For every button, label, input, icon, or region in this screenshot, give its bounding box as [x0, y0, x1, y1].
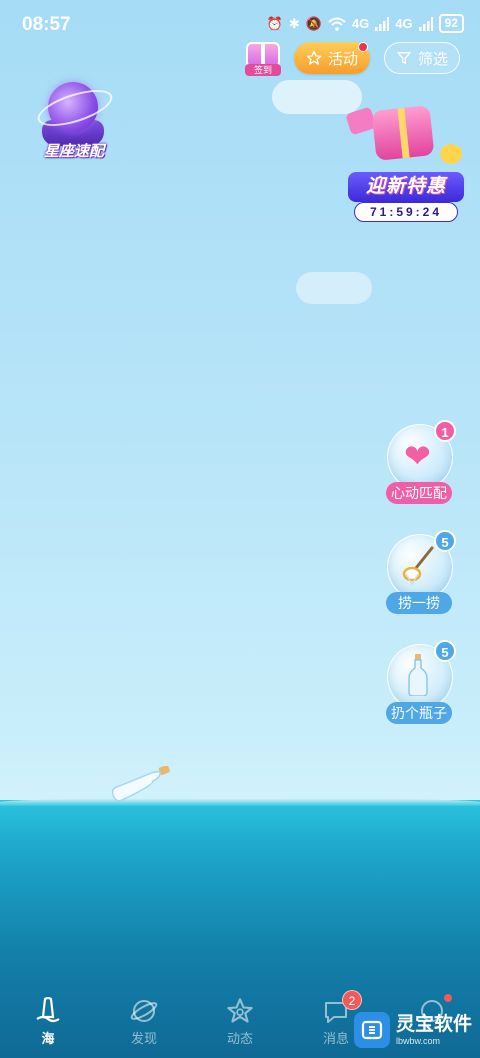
- notification-dot: [358, 42, 368, 52]
- zodiac-match-button[interactable]: 星座速配: [33, 78, 117, 166]
- notification-dot: [444, 994, 452, 1002]
- signal-icon-2: [418, 16, 433, 31]
- count-badge: 1: [434, 420, 456, 442]
- checkin-label: 签到: [245, 64, 281, 76]
- feature-label: 心动匹配: [386, 482, 452, 504]
- filter-label: 筛选: [417, 50, 448, 68]
- star-icon: [225, 996, 255, 1026]
- cloud-decoration: [296, 272, 372, 304]
- heart-icon: ❤: [404, 438, 431, 474]
- count-badge: 5: [434, 640, 456, 662]
- bluetooth-icon: ✱: [288, 15, 300, 31]
- activity-button[interactable]: 活动: [294, 42, 370, 74]
- watermark-url: lbwbw.com: [396, 1036, 441, 1046]
- zodiac-label: 星座速配: [43, 143, 104, 160]
- watermark: 灵宝软件 lbwbw.com: [354, 1008, 474, 1052]
- nav-label: 动态: [226, 1031, 253, 1046]
- network-label-2: 4G: [395, 16, 413, 31]
- floating-bottle[interactable]: [108, 766, 184, 806]
- nav-item-feed[interactable]: 动态: [192, 990, 288, 1058]
- filter-icon: [397, 52, 411, 64]
- mute-icon: 🔕: [305, 15, 322, 31]
- gift-box-icon: [371, 105, 435, 161]
- feature-label: 捞一捞: [386, 592, 452, 614]
- planet-icon: [129, 996, 159, 1026]
- filter-button[interactable]: 筛选: [384, 42, 460, 74]
- feature-label: 扔个瓶子: [386, 702, 452, 724]
- status-icons: ⏰ ✱ 🔕 4G 4G 92: [267, 14, 464, 33]
- sea-surface: [0, 798, 480, 806]
- lighthouse-icon: [33, 996, 63, 1026]
- message-count-badge: 2: [342, 990, 362, 1010]
- promo-countdown: 71:59:24: [354, 202, 458, 222]
- nav-label: 发现: [130, 1031, 157, 1046]
- activity-label: 活动: [327, 50, 358, 68]
- wifi-icon: [328, 17, 346, 31]
- promo-title: 迎新特惠: [348, 172, 464, 202]
- watermark-logo-icon: [354, 1012, 390, 1048]
- signal-icon: [375, 16, 390, 31]
- star-icon: [306, 50, 322, 65]
- battery-indicator: 92: [438, 14, 464, 33]
- heartbeat-match-button[interactable]: ❤ 1 心动匹配: [386, 420, 456, 514]
- network-label: 4G: [351, 16, 370, 31]
- alarm-icon: ⏰: [266, 15, 283, 31]
- mascot-icon: [440, 144, 462, 164]
- nav-label: 消息: [322, 1031, 349, 1046]
- nav-label: 海: [41, 1031, 55, 1046]
- throw-bottle-button[interactable]: 5 扔个瓶子: [386, 640, 456, 734]
- nav-item-discover[interactable]: 发现: [96, 990, 192, 1058]
- new-user-promo-banner[interactable]: 迎新特惠 71:59:24: [344, 100, 466, 224]
- watermark-title: 灵宝软件: [396, 1014, 473, 1035]
- status-bar: 08:57 ⏰ ✱ 🔕 4G 4G 92: [0, 0, 480, 48]
- status-time: 08:57: [22, 14, 71, 35]
- checkin-button[interactable]: 签到: [243, 38, 283, 76]
- nav-item-sea[interactable]: 海: [0, 990, 96, 1058]
- count-badge: 5: [434, 530, 456, 552]
- fishing-net-icon: [402, 546, 434, 586]
- bottle-icon: [408, 654, 428, 696]
- scoop-bottle-button[interactable]: 5 捞一捞: [386, 530, 456, 624]
